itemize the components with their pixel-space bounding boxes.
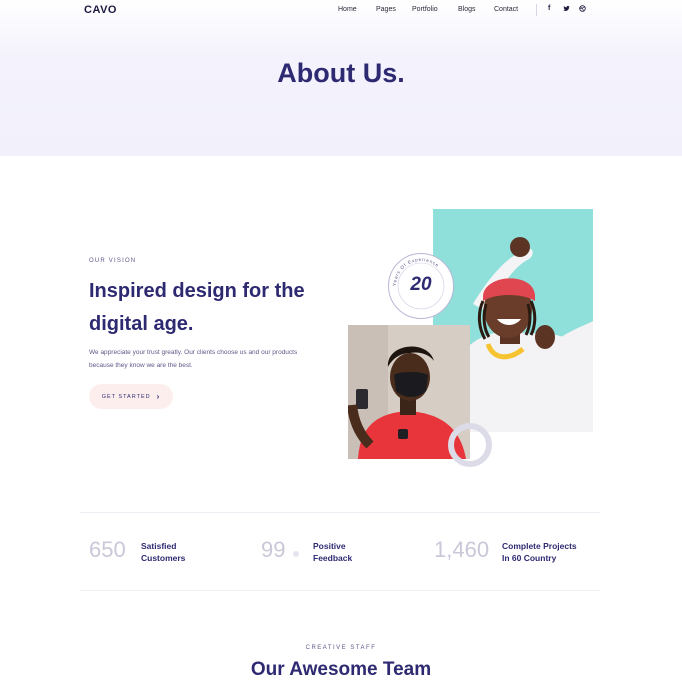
nav-contact[interactable]: Contact [494, 6, 518, 13]
dribbble-icon[interactable] [579, 5, 586, 14]
section-headline: Inspired design for the digital age. [89, 280, 305, 335]
team-eyebrow: CREATIVE STAFF [305, 645, 377, 651]
nav-pages[interactable]: Pages [376, 6, 396, 13]
decorative-ring [448, 423, 492, 467]
nav-portfolio[interactable]: Portfolio [412, 6, 438, 13]
facebook-icon[interactable]: f [548, 5, 550, 12]
stat-number: 1,460 [434, 537, 490, 562]
stats-divider-bottom [80, 590, 600, 591]
top-navigation: CAVO Home Pages Portfolio Blogs Contact … [0, 0, 682, 22]
stat-dot [293, 551, 299, 557]
twitter-icon[interactable] [563, 5, 570, 14]
stat-label-line: Customers [141, 553, 186, 563]
stat-number: 650 [89, 537, 126, 562]
page-title: About Us. [277, 58, 405, 88]
badge-number: 20 [410, 274, 432, 295]
stats-divider-top [80, 512, 600, 513]
stat-label-line: Feedback [313, 553, 353, 563]
nav-divider [536, 4, 537, 16]
stat-label: Positive Feedback [313, 540, 352, 564]
logo[interactable]: CAVO [84, 4, 117, 16]
stat-label-line: Positive [313, 541, 346, 551]
stat-number: 99 [261, 537, 286, 562]
stat-label: Complete Projects In 60 Country [502, 540, 577, 564]
stat-label-line: Complete Projects [502, 541, 577, 551]
experience-badge: Years Of Experience 20 [388, 253, 454, 319]
stat-label: Satisfied Customers [141, 540, 185, 564]
chevron-right-icon: › [156, 392, 161, 401]
get-started-button[interactable]: GET STARTED › [89, 384, 173, 409]
get-started-label: GET STARTED [101, 393, 151, 400]
stat-label-line: In 60 Country [502, 553, 557, 563]
team-title: Our Awesome Team [250, 659, 432, 680]
section-eyebrow: OUR VISION [89, 258, 137, 264]
stat-label-line: Satisfied [141, 541, 177, 551]
nav-blogs[interactable]: Blogs [458, 6, 476, 13]
section-description: We appreciate your trust greatly. Our cl… [89, 349, 298, 369]
nav-home[interactable]: Home [338, 6, 357, 13]
